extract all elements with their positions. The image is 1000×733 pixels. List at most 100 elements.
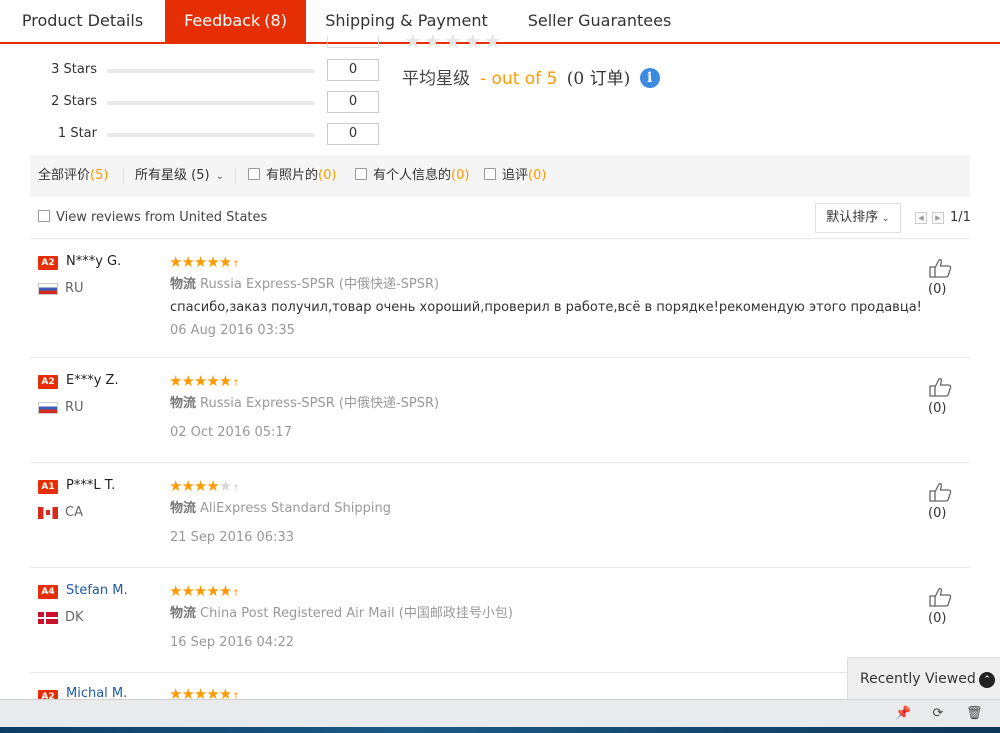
checkbox[interactable] — [248, 168, 260, 180]
chevron-up-icon: ⌃ — [979, 672, 995, 688]
shipping-label: 物流 — [170, 501, 197, 516]
review-date: 16 Sep 2016 04:22 — [170, 635, 294, 650]
reviewer-name: P***L T. — [66, 478, 116, 493]
shipping-label: 物流 — [170, 277, 197, 292]
tab-seller-guarantees[interactable]: Seller Guarantees — [507, 0, 692, 42]
filter-label: 有照片的 — [266, 168, 319, 183]
helpful-count: (0) — [928, 282, 947, 297]
average-order-count: (0 订单) — [566, 69, 631, 89]
reviewer-name-link[interactable]: Michal M. — [66, 684, 127, 699]
review-stars: ★★★★★↑ — [169, 684, 240, 699]
reviewer-country: DK — [65, 610, 84, 625]
info-icon[interactable]: i — [639, 68, 660, 88]
shipping-method: 物流 Russia Express-SPSR (中俄快递-SPSR) — [170, 274, 439, 296]
filter-count: (0) — [528, 168, 547, 183]
tab-label: Feedback — [184, 11, 261, 30]
rating-row-label: 3 Stars — [51, 62, 97, 77]
filter-follow-up[interactable]: 追评(0) — [484, 155, 546, 197]
star-tail-icon: ↑ — [232, 589, 240, 599]
shipping-method: 物流 Russia Express-SPSR (中俄快递-SPSR) — [170, 393, 439, 415]
trash-icon[interactable]: 🗑 — [966, 706, 983, 722]
tab-count: (8) — [264, 11, 287, 30]
filter-label: 全部评价 — [38, 168, 91, 183]
view-us-reviews-toggle[interactable]: View reviews from United States — [38, 200, 267, 236]
pin-icon[interactable]: 📌 — [895, 706, 911, 722]
helpful-button[interactable]: (0) — [928, 482, 970, 524]
review-stars: ★★★★★↑ — [169, 252, 240, 275]
review-item: A2 N***y G. RU ★★★★★↑ 物流 Russia Express-S… — [30, 250, 970, 358]
thumbs-up-icon — [929, 483, 952, 502]
tab-label: Shipping & Payment — [325, 11, 488, 30]
rating-bar — [107, 101, 315, 105]
tab-feedback[interactable]: Feedback (8) — [165, 0, 306, 42]
shipping-value: AliExpress Standard Shipping — [200, 501, 392, 516]
refresh-icon[interactable]: ⟳ — [930, 706, 946, 722]
browser-bottom-bar: 📌 ⟳ 🗑 — [0, 699, 1000, 727]
filter-label: 有个人信息的 — [373, 168, 452, 183]
star-tail-icon: ↑ — [232, 379, 240, 389]
review-date: 06 Aug 2016 03:35 — [170, 323, 295, 338]
filter-with-personal-info[interactable]: 有个人信息的(0) — [355, 155, 469, 197]
review-date: 02 Oct 2016 05:17 — [170, 425, 292, 440]
recently-viewed-label: Recently Viewed — [860, 671, 976, 687]
sort-label: 默认排序 — [826, 210, 879, 225]
filter-label: 所有星级 — [135, 168, 188, 183]
filter-star-dropdown[interactable]: 所有星级 (5) ⌄ — [135, 155, 224, 198]
helpful-count: (0) — [928, 506, 947, 521]
filter-label: 追评 — [502, 168, 529, 183]
shipping-method: 物流 AliExpress Standard Shipping — [170, 498, 391, 520]
buyer-level-badge: A2 — [38, 256, 58, 270]
flag-ru-icon — [38, 402, 58, 414]
filter-count: (0) — [451, 168, 470, 183]
review-stars: ★★★★★↑ — [169, 476, 240, 499]
filter-count: (5) — [90, 168, 109, 183]
review-filter-bar: 全部评价(5) 所有星级 (5) ⌄ 有照片的(0) 有个人信息的(0) 追评(0… — [30, 155, 970, 197]
helpful-button[interactable]: (0) — [928, 377, 970, 419]
reviewer-name-link[interactable]: Stefan M. — [66, 579, 128, 603]
rating-bar — [107, 133, 315, 137]
rating-count: 0 — [327, 59, 379, 81]
star-empty-icon: ★ — [218, 477, 232, 495]
recently-viewed-toggle[interactable]: Recently Viewed ⌃ — [847, 657, 1000, 699]
star-icons: ★★★★★ — [169, 685, 232, 699]
thumbs-up-icon — [929, 378, 952, 397]
reviewer-country: RU — [65, 281, 84, 296]
review-item: A4 Stefan M. DK ★★★★★↑ 物流 China Post Regi… — [30, 579, 970, 673]
shipping-method: 物流 China Post Registered Air Mail (中国邮政挂号… — [170, 603, 513, 625]
reviewer-country: RU — [65, 400, 84, 415]
buyer-level-badge: A2 — [38, 690, 58, 699]
shipping-label: 物流 — [170, 606, 197, 621]
shipping-value: Russia Express-SPSR (中俄快递-SPSR) — [200, 396, 440, 411]
star-icons: ★★★★★ — [169, 253, 232, 271]
checkbox[interactable] — [355, 168, 367, 180]
flag-cross-h — [38, 617, 58, 619]
star-tail-icon: ↑ — [232, 260, 240, 270]
filter-all-reviews[interactable]: 全部评价(5) — [38, 155, 108, 197]
review-item: A2 E***y Z. RU ★★★★★↑ 物流 Russia Express-S… — [30, 369, 970, 463]
average-score: - out of 5 — [480, 69, 558, 89]
tab-label: Seller Guarantees — [527, 11, 672, 30]
review-stars: ★★★★★↑ — [169, 371, 240, 394]
filter-with-photos[interactable]: 有照片的(0) — [248, 155, 336, 197]
reviewer-name: E***y Z. — [66, 373, 119, 388]
buyer-level-badge: A1 — [38, 480, 58, 494]
chevron-down-icon: ⌄ — [881, 213, 890, 224]
os-taskbar — [0, 727, 1000, 733]
pager-next-button[interactable]: ▶ — [932, 212, 944, 224]
star-icons: ★★★★★ — [169, 372, 232, 390]
review-options-row: View reviews from United States 默认排序 ⌄ ◀ … — [30, 200, 971, 239]
thumbs-up-icon — [929, 588, 952, 607]
sort-dropdown[interactable]: 默认排序 ⌄ — [815, 203, 901, 233]
helpful-count: (0) — [928, 401, 947, 416]
helpful-button[interactable]: (0) — [928, 587, 970, 629]
checkbox[interactable] — [484, 168, 496, 180]
average-rating: 平均星级 - out of 5 (0 订单) i — [402, 66, 660, 92]
average-label: 平均星级 — [402, 69, 470, 89]
review-text: спасибо,заказ получил,товар очень хороши… — [170, 300, 922, 315]
checkbox[interactable] — [38, 210, 50, 222]
tab-product-details[interactable]: Product Details — [0, 0, 165, 42]
helpful-button[interactable]: (0) — [928, 258, 970, 300]
filter-count-plain: (5) — [191, 168, 210, 183]
thumbs-up-icon — [929, 259, 952, 278]
pager-prev-button[interactable]: ◀ — [915, 212, 927, 224]
